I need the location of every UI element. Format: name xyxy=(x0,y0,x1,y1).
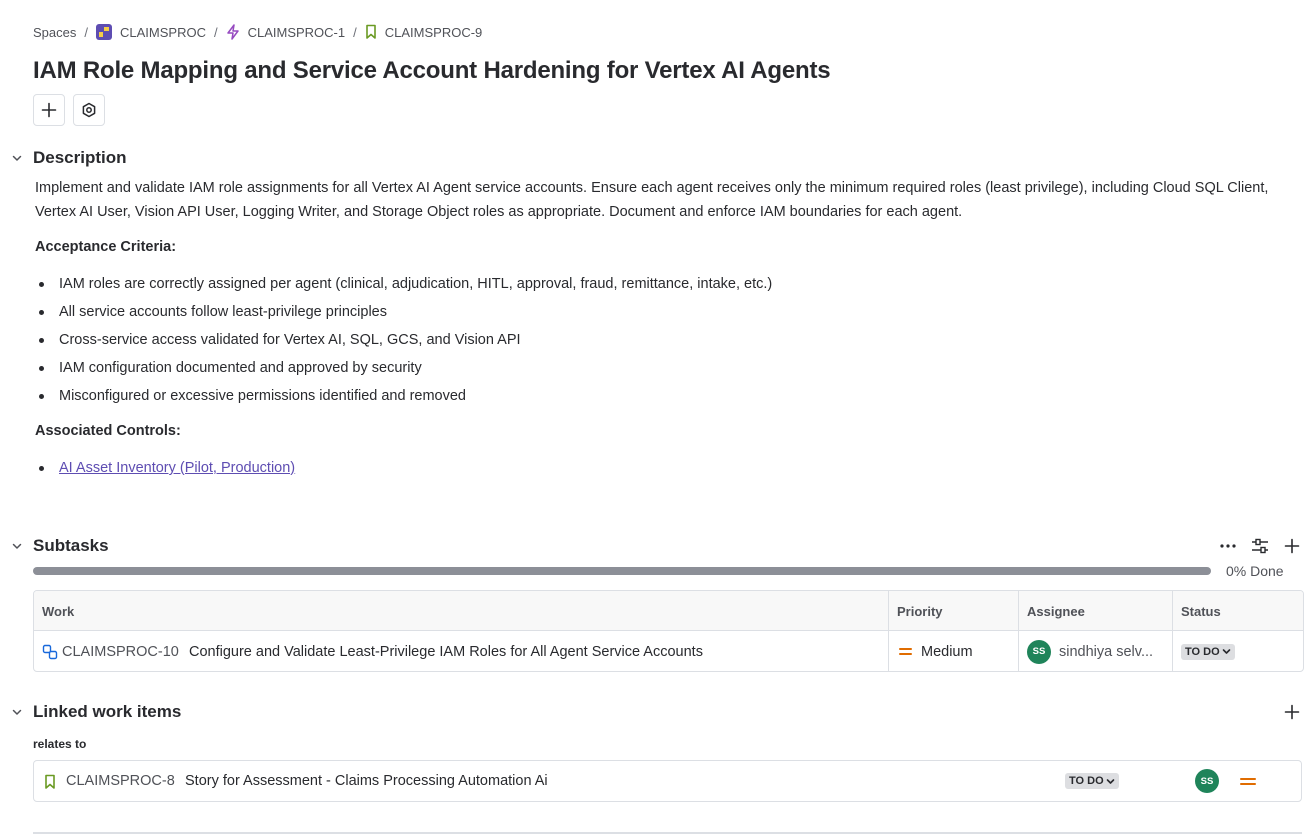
progress-label: 0% Done xyxy=(1226,563,1284,579)
breadcrumb-spaces-label[interactable]: Spaces xyxy=(33,25,76,40)
acceptance-criteria-label: Acceptance Criteria: xyxy=(35,239,177,255)
breadcrumb: Spaces / CLAIMSPROC / CLAIMSPROC-1 / CLA… xyxy=(33,22,482,42)
assignee-avatar[interactable]: SS xyxy=(1195,761,1219,801)
subtask-priority[interactable]: Medium xyxy=(921,631,973,671)
apps-button[interactable] xyxy=(73,94,105,126)
breadcrumb-project[interactable]: CLAIMSPROC xyxy=(96,24,206,40)
breadcrumb-separator: / xyxy=(84,24,88,40)
more-actions-button[interactable] xyxy=(1217,537,1239,555)
plus-icon xyxy=(41,102,57,118)
breadcrumb-story-label[interactable]: CLAIMSPROC-9 xyxy=(385,25,483,40)
add-linked-item-button[interactable] xyxy=(1282,702,1302,722)
chevron-down-icon[interactable] xyxy=(10,705,24,719)
table-row[interactable]: CLAIMSPROC-10 Configure and Validate Lea… xyxy=(34,631,1303,671)
bookmark-icon xyxy=(44,761,56,802)
breadcrumb-epic-label[interactable]: CLAIMSPROC-1 xyxy=(248,25,346,40)
list-item: Cross-service access validated for Verte… xyxy=(38,326,772,354)
linked-items-header[interactable]: Linked work items xyxy=(10,702,181,722)
project-avatar-icon xyxy=(96,24,112,40)
subtasks-heading: Subtasks xyxy=(33,536,109,555)
list-item: IAM configuration documented and approve… xyxy=(38,354,772,382)
status-label: TO DO xyxy=(1185,645,1220,658)
associated-controls-list: AI Asset Inventory (Pilot, Production) xyxy=(38,454,295,482)
column-header-status[interactable]: Status xyxy=(1173,591,1221,631)
hexagon-icon xyxy=(82,102,96,118)
status-label: TO DO xyxy=(1069,775,1104,787)
subtasks-header[interactable]: Subtasks xyxy=(10,536,109,556)
more-icon xyxy=(1220,544,1236,548)
sliders-icon xyxy=(1252,538,1268,554)
breadcrumb-project-label[interactable]: CLAIMSPROC xyxy=(120,25,206,40)
lightning-icon xyxy=(226,24,239,40)
page-title[interactable]: IAM Role Mapping and Service Account Har… xyxy=(33,57,831,85)
column-header-priority[interactable]: Priority xyxy=(889,591,943,631)
status-dropdown[interactable]: TO DO xyxy=(1181,631,1235,671)
assignee-avatar[interactable]: SS xyxy=(1027,631,1051,671)
list-item: IAM roles are correctly assigned per age… xyxy=(38,270,772,298)
subtasks-progress-bar xyxy=(33,567,1211,575)
list-item: AI Asset Inventory (Pilot, Production) xyxy=(38,454,295,482)
control-link[interactable]: AI Asset Inventory (Pilot, Production) xyxy=(59,460,295,476)
breadcrumb-story[interactable]: CLAIMSPROC-9 xyxy=(365,24,483,40)
chevron-down-icon xyxy=(1106,778,1114,784)
linked-items-heading: Linked work items xyxy=(33,702,182,721)
plus-icon xyxy=(1284,538,1300,554)
linked-item-row[interactable]: CLAIMSPROC-8 Story for Assessment - Clai… xyxy=(33,760,1302,802)
table-header: Work Priority Assignee Status xyxy=(34,591,1303,631)
filter-settings-button[interactable] xyxy=(1250,536,1270,556)
priority-medium-icon xyxy=(899,631,912,671)
breadcrumb-spaces[interactable]: Spaces xyxy=(33,25,76,40)
add-button[interactable] xyxy=(33,94,65,126)
subtask-assignee[interactable]: sindhiya selv... xyxy=(1059,631,1153,671)
breadcrumb-separator: / xyxy=(213,24,218,40)
linked-item-key[interactable]: CLAIMSPROC-8 xyxy=(66,761,175,801)
add-subtask-button[interactable] xyxy=(1282,536,1302,556)
plus-icon xyxy=(1284,704,1300,720)
chevron-down-icon xyxy=(1222,649,1230,654)
list-item: All service accounts follow least-privil… xyxy=(38,298,772,326)
linked-item-summary[interactable]: Story for Assessment - Claims Processing… xyxy=(185,761,548,801)
list-item: Misconfigured or excessive permissions i… xyxy=(38,382,772,410)
breadcrumb-epic[interactable]: CLAIMSPROC-1 xyxy=(226,24,346,40)
subtask-summary[interactable]: Configure and Validate Least-Privilege I… xyxy=(189,631,703,671)
acceptance-criteria-list: IAM roles are correctly assigned per age… xyxy=(38,270,772,410)
divider xyxy=(33,832,1302,834)
subtasks-table: Work Priority Assignee Status CLAIMSPROC… xyxy=(33,590,1304,672)
chevron-down-icon[interactable] xyxy=(10,539,24,553)
bookmark-icon xyxy=(365,24,376,39)
description-header[interactable]: Description xyxy=(10,148,127,168)
description-heading: Description xyxy=(33,148,127,167)
subtask-key[interactable]: CLAIMSPROC-10 xyxy=(62,631,179,671)
avatar-initials: SS xyxy=(1195,769,1219,793)
subtask-icon xyxy=(42,631,58,671)
relation-label: relates to xyxy=(33,737,87,751)
column-header-work[interactable]: Work xyxy=(34,591,74,631)
associated-controls-label: Associated Controls: xyxy=(35,423,181,439)
chevron-down-icon[interactable] xyxy=(10,151,24,165)
status-dropdown[interactable]: TO DO xyxy=(1065,761,1119,801)
breadcrumb-separator: / xyxy=(353,24,357,40)
description-body[interactable]: Implement and validate IAM role assignme… xyxy=(35,176,1285,224)
column-header-assignee[interactable]: Assignee xyxy=(1019,591,1085,631)
priority-medium-icon[interactable] xyxy=(1240,761,1256,801)
avatar-initials: SS xyxy=(1027,639,1051,664)
